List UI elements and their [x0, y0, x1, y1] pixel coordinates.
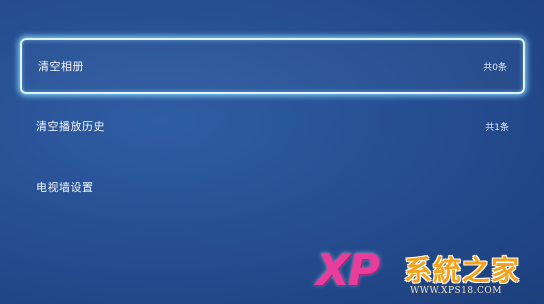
clear-album-count: 共0条	[483, 62, 507, 73]
watermark-xp-mark: XP	[316, 245, 380, 296]
clear-history-label: 清空播放历史	[36, 120, 105, 133]
watermark-url: WWW.XPS18.COM	[410, 286, 502, 296]
tv-wall-settings-item[interactable]: 电视墙设置	[20, 160, 525, 214]
watermark-logo: XP 系統之家 WWW.XPS18.COM	[312, 243, 544, 304]
clear-album-label: 清空相册	[38, 60, 84, 73]
clear-history-item[interactable]: 清空播放历史 共1条	[20, 99, 525, 153]
watermark-brand: 系統之家	[404, 254, 521, 287]
tv-wall-settings-label: 电视墙设置	[36, 181, 94, 194]
clear-history-count: 共1条	[485, 122, 509, 133]
clear-album-item[interactable]: 清空相册 共0条	[20, 38, 525, 94]
